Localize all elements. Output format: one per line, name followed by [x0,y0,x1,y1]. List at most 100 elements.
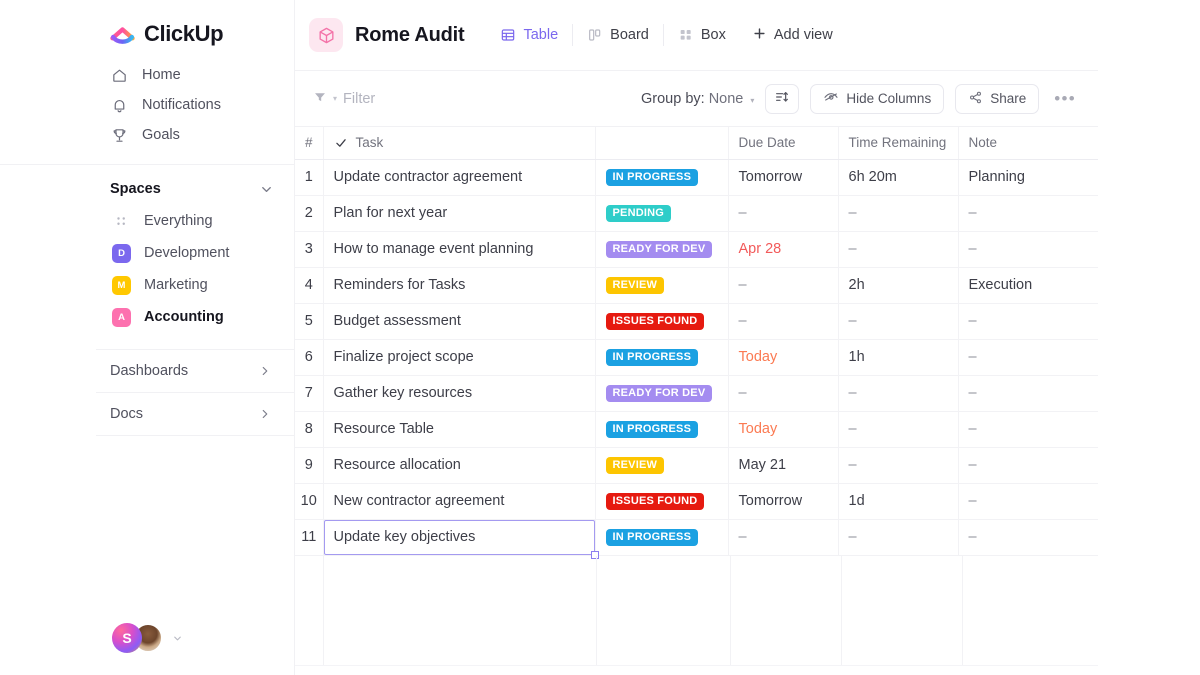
spaces-section-header[interactable]: Spaces [110,181,274,197]
status-cell[interactable]: ISSUES FOUND [595,483,729,520]
column-header-time-remaining[interactable]: Time Remaining [838,127,959,160]
due-date-cell[interactable]: Today [728,339,839,376]
sidebar-item-marketing[interactable]: M Marketing [112,269,294,301]
time-remaining-cell[interactable]: – [838,519,959,556]
sidebar-item-dashboards[interactable]: Dashboards [110,350,272,392]
sidebar-item-accounting[interactable]: A Accounting [112,301,294,333]
time-remaining-cell[interactable]: – [838,303,959,340]
due-date-cell[interactable]: Tomorrow [728,483,839,520]
filter-button[interactable]: ▾ Filter [313,90,375,108]
status-cell[interactable]: READY FOR DEV [595,231,729,268]
task-name-cell[interactable]: How to manage event planning [323,231,596,268]
due-date-cell[interactable]: – [728,303,839,340]
note-cell[interactable]: – [958,411,1098,448]
add-view-button[interactable]: Add view [740,26,845,45]
status-cell[interactable]: PENDING [595,195,729,232]
avatar-initial[interactable]: S [112,623,142,653]
table-row[interactable]: 7 Gather key resources READY FOR DEV – – – [295,375,1098,412]
task-name-cell[interactable]: Update contractor agreement [323,159,596,196]
column-header-status[interactable] [595,127,729,160]
note-cell[interactable]: – [958,303,1098,340]
status-cell[interactable]: READY FOR DEV [595,375,729,412]
hide-columns-button[interactable]: Hide Columns [810,83,945,114]
status-cell[interactable]: IN PROGRESS [595,159,729,196]
chevron-down-icon[interactable] [172,633,183,644]
note-cell[interactable]: – [958,375,1098,412]
task-name-cell[interactable]: Budget assessment [323,303,596,340]
table-row[interactable]: 5 Budget assessment ISSUES FOUND – – – [295,303,1098,340]
table-row[interactable]: 4 Reminders for Tasks REVIEW – 2h Execution [295,267,1098,304]
due-date-cell[interactable]: – [728,519,839,556]
task-name-cell[interactable]: Resource allocation [323,447,596,484]
time-remaining-cell[interactable]: 1d [838,483,959,520]
due-date-cell[interactable]: May 21 [728,447,839,484]
time-remaining-cell[interactable]: 6h 20m [838,159,959,196]
table-row[interactable]: 10 New contractor agreement ISSUES FOUND To… [295,483,1098,520]
brand[interactable]: ClickUp [0,0,294,52]
tab-box[interactable]: Box [664,22,740,48]
group-by-control[interactable]: Group by: None ▾ [641,91,754,107]
share-button[interactable]: Share [955,83,1040,114]
table-row[interactable]: 6 Finalize project scope IN PROGRESS Today 1… [295,339,1098,376]
note-cell[interactable]: – [958,231,1098,268]
time-remaining-cell[interactable]: 1h [838,339,959,376]
status-cell[interactable]: IN PROGRESS [595,339,729,376]
time-remaining-cell[interactable]: 2h [838,267,959,304]
time-remaining-cell[interactable]: – [838,231,959,268]
user-avatar-group[interactable]: S [112,623,183,653]
sidebar-item-goals[interactable]: Goals [110,120,294,150]
status-cell[interactable]: ISSUES FOUND [595,303,729,340]
time-remaining-cell[interactable]: – [838,411,959,448]
task-name: Update key objectives [333,529,476,545]
due-date-cell[interactable]: – [728,375,839,412]
sidebar-divider [96,435,294,436]
due-date-cell[interactable]: – [728,267,839,304]
more-options-button[interactable]: ••• [1050,89,1080,109]
column-header-task[interactable]: Task [323,127,596,160]
task-name-cell[interactable]: Gather key resources [323,375,596,412]
column-header-number[interactable]: # [295,127,324,160]
sidebar-item-development[interactable]: D Development [112,237,294,269]
status-cell[interactable]: REVIEW [595,267,729,304]
tab-board[interactable]: Board [573,22,663,48]
table-row[interactable]: 11 Update key objectives IN PROGRESS – – – [295,519,1098,559]
task-name-cell[interactable]: Resource Table [323,411,596,448]
note-cell[interactable]: – [958,519,1098,556]
due-date-cell[interactable]: Tomorrow [728,159,839,196]
time-remaining-value: 6h 20m [848,169,897,185]
time-remaining-cell[interactable]: – [838,447,959,484]
due-date-cell[interactable]: – [728,195,839,232]
task-name-cell-selected[interactable]: Update key objectives [323,519,599,559]
note-cell[interactable]: – [958,483,1098,520]
sidebar-item-everything[interactable]: Everything [112,205,294,237]
task-name-cell[interactable]: New contractor agreement [323,483,596,520]
sidebar-item-notifications[interactable]: Notifications [110,90,294,120]
status-cell[interactable]: IN PROGRESS [595,411,729,448]
table-row[interactable]: 9 Resource allocation REVIEW May 21 – – [295,447,1098,484]
sidebar-item-docs[interactable]: Docs [110,393,272,435]
time-remaining-cell[interactable]: – [838,195,959,232]
sort-button[interactable] [765,83,800,114]
task-name-cell[interactable]: Finalize project scope [323,339,596,376]
chevron-down-icon[interactable] [259,182,274,197]
due-date-cell[interactable]: Today [728,411,839,448]
note-cell[interactable]: – [958,447,1098,484]
table-row[interactable]: 3 How to manage event planning READY FOR D… [295,231,1098,268]
note-cell[interactable]: – [958,195,1098,232]
table-row[interactable]: 2 Plan for next year PENDING – – – [295,195,1098,232]
time-remaining-cell[interactable]: – [838,375,959,412]
note-cell[interactable]: Planning [958,159,1098,196]
table-row[interactable]: 1 Update contractor agreement IN PROGRESS T… [295,159,1098,196]
column-header-due-date[interactable]: Due Date [728,127,839,160]
column-header-note[interactable]: Note [958,127,1098,160]
note-cell[interactable]: – [958,339,1098,376]
task-name-cell[interactable]: Plan for next year [323,195,596,232]
note-cell[interactable]: Execution [958,267,1098,304]
status-cell[interactable]: IN PROGRESS [595,519,729,556]
task-name-cell[interactable]: Reminders for Tasks [323,267,596,304]
sidebar-item-home[interactable]: Home [110,60,294,90]
tab-table[interactable]: Table [486,22,572,48]
due-date-cell[interactable]: Apr 28 [728,231,839,268]
status-cell[interactable]: REVIEW [595,447,729,484]
table-row[interactable]: 8 Resource Table IN PROGRESS Today – – [295,411,1098,448]
